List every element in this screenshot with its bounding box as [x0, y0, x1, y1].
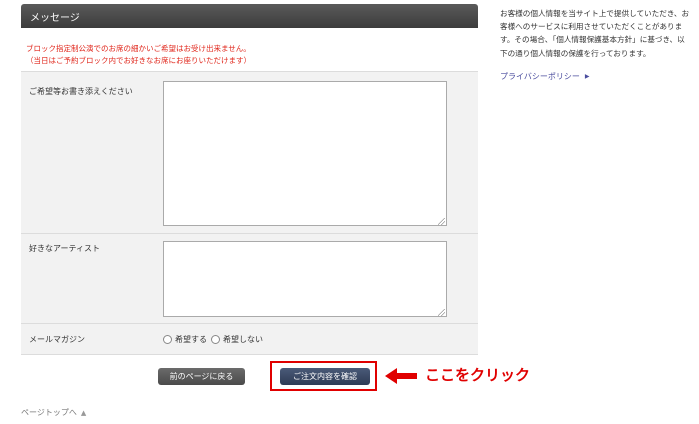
newsletter-option-yes[interactable]: 希望する [163, 334, 207, 345]
message-section-header: メッセージ [21, 4, 478, 28]
block-seat-notice: ブロック指定制公演でのお席の細かいご希望はお受け出来ません。 [26, 44, 251, 53]
artist-label: 好きなアーティスト [29, 244, 101, 253]
form-row-newsletter: メールマガジン 希望する 希望しない [21, 324, 478, 354]
form-row-request: ご希望等お書き添えください [21, 72, 478, 234]
triangle-up-icon: ▲ [80, 408, 87, 417]
form-row-artist: 好きなアーティスト [21, 234, 478, 324]
newsletter-no-label: 希望しない [223, 335, 263, 344]
message-form: ご希望等お書き添えください 好きなアーティスト メールマガジン 希望する 希望し… [21, 71, 478, 355]
block-seat-notice-sub: （当日はご予約ブロック内でお好きなお席にお座りいただけます） [26, 56, 251, 65]
artist-textarea[interactable] [163, 241, 447, 317]
radio-button-icon[interactable] [163, 335, 172, 344]
newsletter-radio-group: 希望する 希望しない [163, 334, 267, 345]
privacy-description: お客様の個人情報を当サイト上で提供していただき、お客様へのサービスに利用させてい… [500, 9, 690, 58]
section-title: メッセージ [30, 13, 80, 24]
request-textarea[interactable] [163, 81, 447, 226]
newsletter-yes-label: 希望する [175, 335, 207, 344]
arrow-left-icon [385, 368, 417, 384]
page-top-label: ページトップへ [21, 408, 77, 417]
radio-button-icon[interactable] [211, 335, 220, 344]
resize-handle-icon[interactable] [438, 309, 445, 316]
newsletter-option-no[interactable]: 希望しない [211, 334, 263, 345]
click-here-annotation: ここをクリック [425, 366, 531, 384]
request-label: ご希望等お書き添えください [29, 87, 133, 96]
triangle-right-icon: ▶ [584, 73, 590, 80]
privacy-policy-link[interactable]: プライバシーポリシー ▶ [500, 71, 589, 82]
back-button[interactable]: 前のページに戻る [158, 368, 245, 385]
resize-handle-icon[interactable] [438, 218, 445, 225]
page-top-link[interactable]: ページトップへ ▲ [21, 407, 86, 418]
confirm-order-button[interactable]: ご注文内容を確認 [280, 368, 370, 385]
privacy-policy-label: プライバシーポリシー [500, 72, 580, 81]
newsletter-label: メールマガジン [29, 335, 85, 344]
